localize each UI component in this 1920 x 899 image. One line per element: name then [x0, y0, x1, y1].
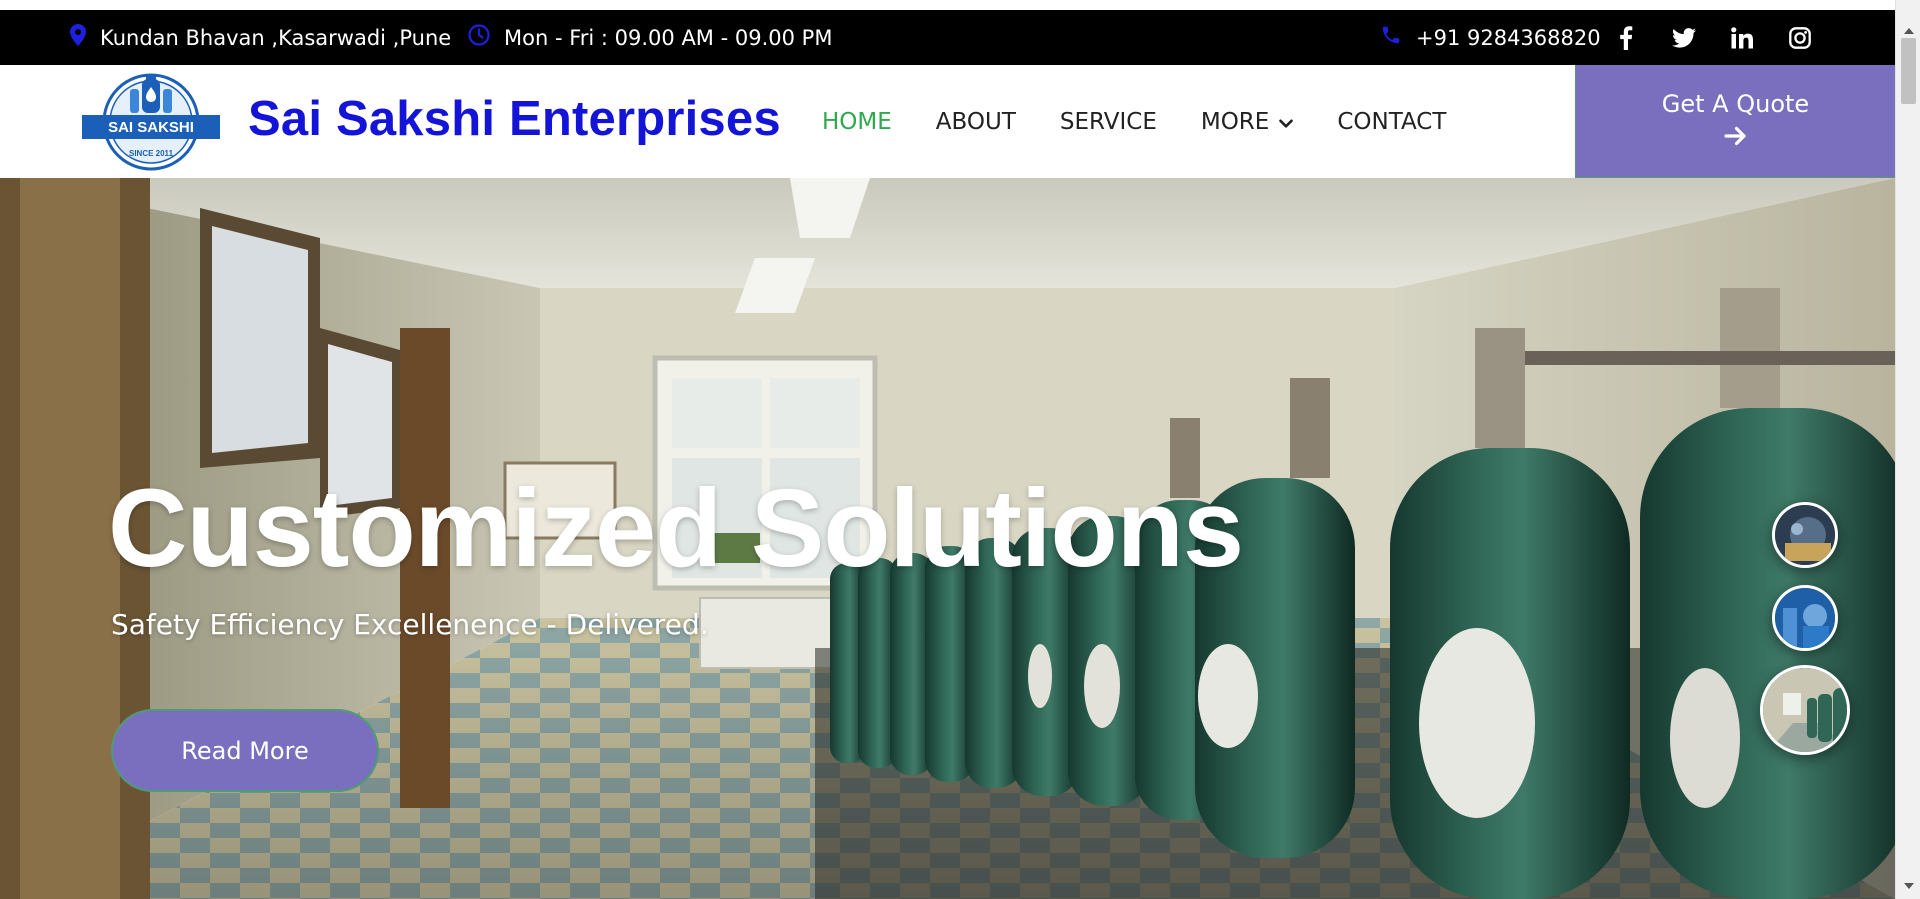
nav-label: ABOUT: [935, 108, 1016, 135]
scroll-down-icon[interactable]: [1896, 879, 1920, 893]
hours-text: Mon - Fri : 09.00 AM - 09.00 PM: [504, 25, 833, 50]
brand-name[interactable]: Sai Sakshi Enterprises: [248, 91, 781, 147]
hero-title: Customized Solutions: [108, 467, 1244, 590]
chevron-down-icon: [1279, 109, 1294, 135]
nav-item-more[interactable]: MORE: [1200, 108, 1294, 135]
logo-since-text: SINCE 2011: [129, 149, 174, 158]
nav-label: CONTACT: [1337, 108, 1447, 135]
nav-label: HOME: [822, 108, 892, 135]
company-logo[interactable]: SAI SAKSHI SINCE 2011: [82, 71, 220, 173]
read-more-button[interactable]: Read More: [111, 709, 379, 792]
phone-number: +91 9284368820: [1416, 25, 1601, 50]
nav-item-contact[interactable]: CONTACT: [1337, 109, 1446, 135]
get-a-quote-button[interactable]: Get A Quote: [1575, 65, 1895, 178]
clock-icon: [468, 24, 490, 51]
nav-item-service[interactable]: SERVICE: [1060, 109, 1157, 135]
arrow-right-icon: [1723, 124, 1748, 152]
page-scrollbar[interactable]: [1895, 0, 1920, 899]
main-nav: HOME ABOUT SERVICE MORE CONTACT: [822, 65, 1446, 178]
window-top-strip: [0, 0, 1895, 10]
hours-info: Mon - Fri : 09.00 AM - 09.00 PM: [468, 10, 832, 65]
site-header: SAI SAKSHI SINCE 2011 Sai Sakshi Enterpr…: [0, 65, 1895, 178]
scrollbar-thumb[interactable]: [1901, 38, 1916, 104]
location-text: Kundan Bhavan ,Kasarwadi ,Pune: [100, 25, 452, 50]
twitter-icon[interactable]: [1672, 26, 1696, 50]
slide-thumbnail-3[interactable]: [1760, 665, 1850, 755]
slide-thumbnail-1[interactable]: [1772, 502, 1838, 568]
social-links: [1614, 10, 1812, 65]
nav-label: MORE: [1200, 108, 1270, 135]
facebook-icon[interactable]: [1614, 25, 1638, 50]
phone-info[interactable]: +91 9284368820: [1380, 10, 1601, 65]
nav-label: SERVICE: [1059, 108, 1157, 135]
page-viewport: Kundan Bhavan ,Kasarwadi ,Pune Mon - Fri…: [0, 0, 1895, 899]
nav-item-about[interactable]: ABOUT: [936, 109, 1016, 135]
top-info-bar: Kundan Bhavan ,Kasarwadi ,Pune Mon - Fri…: [0, 10, 1895, 65]
scroll-up-icon[interactable]: [1896, 24, 1920, 38]
nav-item-home[interactable]: HOME: [822, 109, 892, 135]
quote-button-label: Get A Quote: [1661, 90, 1810, 118]
hero-section: Customized Solutions Safety Efficiency E…: [0, 178, 1895, 899]
instagram-icon[interactable]: [1788, 26, 1812, 50]
logo-text: SAI SAKSHI: [108, 119, 194, 136]
location-info: Kundan Bhavan ,Kasarwadi ,Pune: [70, 10, 451, 65]
map-pin-icon: [70, 24, 86, 51]
slide-thumbnail-2[interactable]: [1772, 585, 1838, 651]
phone-icon: [1380, 24, 1402, 51]
hero-subtitle: Safety Efficiency Excellenence - Deliver…: [111, 608, 709, 641]
linkedin-icon[interactable]: [1730, 26, 1754, 50]
